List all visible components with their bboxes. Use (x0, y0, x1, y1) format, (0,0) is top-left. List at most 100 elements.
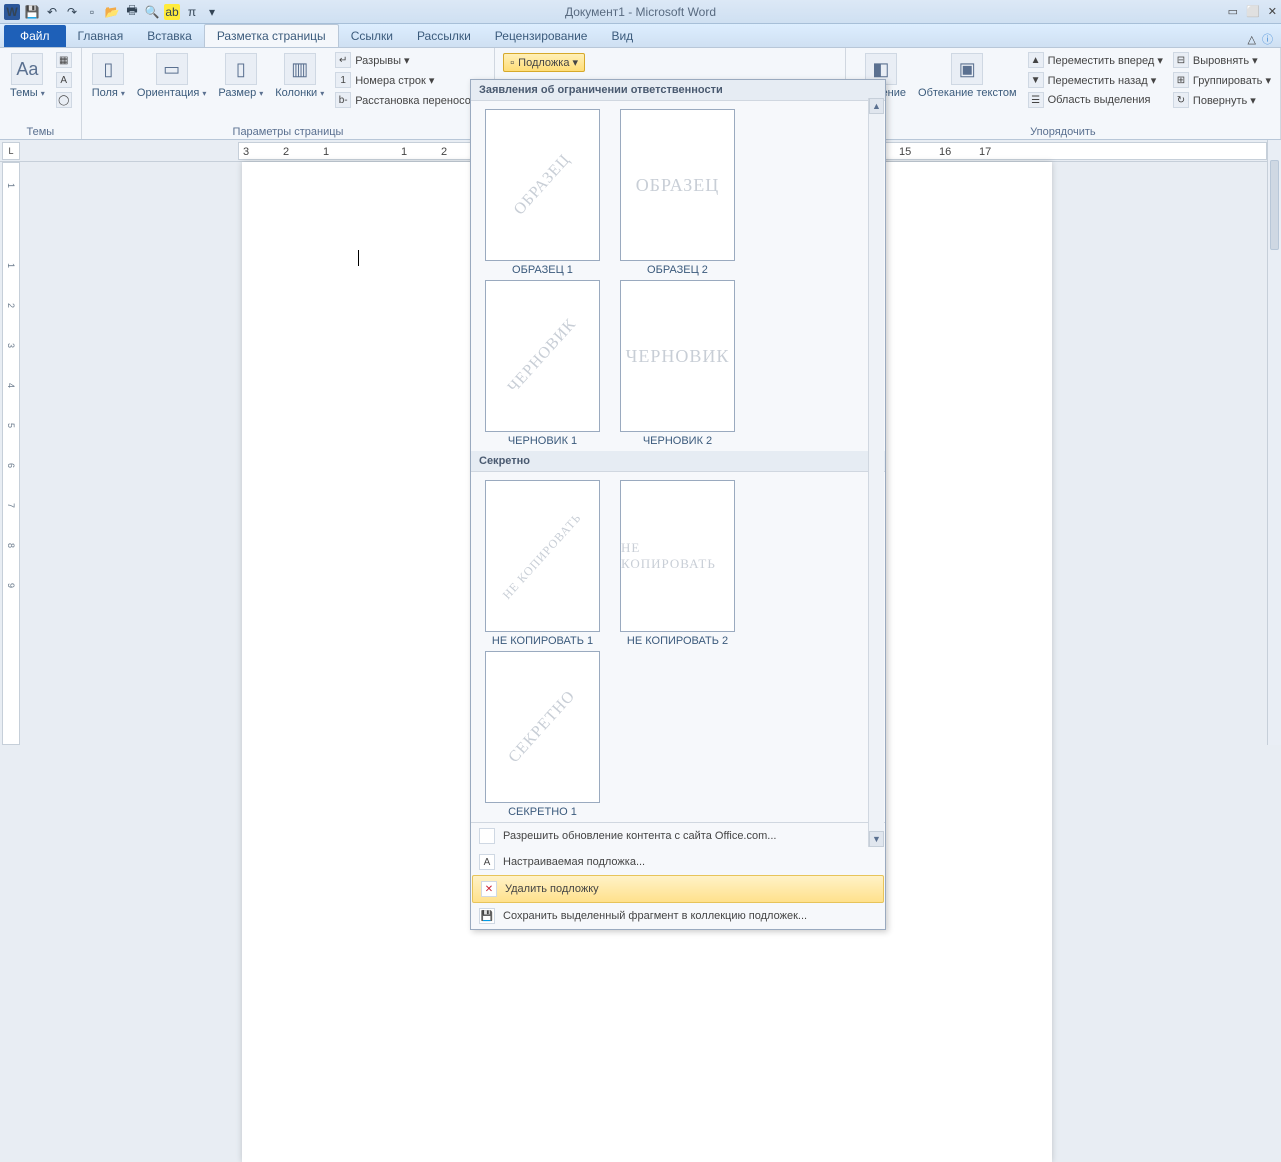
watermark-gallery: Заявления об ограничении ответственности… (470, 79, 886, 930)
rotate-icon: ↻ (1173, 92, 1189, 108)
gallery-footer: Разрешить обновление контента с сайта Of… (471, 822, 885, 929)
wrap-text-button[interactable]: ▣Обтекание текстом (914, 51, 1021, 101)
watermark-draft-2[interactable]: ЧЕРНОВИКЧЕРНОВИК 2 (610, 278, 745, 449)
preview-icon[interactable]: 🔍 (144, 4, 160, 20)
bring-forward-icon: ▲ (1028, 52, 1044, 68)
help-icon[interactable]: ⓘ (1262, 31, 1273, 47)
tab-insert[interactable]: Вставка (135, 25, 204, 47)
margins-button[interactable]: ▯Поля (88, 51, 129, 102)
theme-colors-button[interactable]: ▦ (53, 51, 75, 69)
print-icon[interactable]: 🖶 (124, 4, 140, 20)
margins-icon: ▯ (92, 53, 124, 85)
theme-effects-button[interactable]: ◯ (53, 91, 75, 109)
watermark-button[interactable]: ▫ Подложка ▾ (503, 53, 585, 72)
watermark-draft-1[interactable]: ЧЕРНОВИКЧЕРНОВИК 1 (475, 278, 610, 449)
watermark-sample-1[interactable]: ОБРАЗЕЦОБРАЗЕЦ 1 (475, 107, 610, 278)
size-button[interactable]: ▯Размер (214, 51, 267, 102)
gallery-save-selection: 💾Сохранить выделенный фрагмент в коллекц… (471, 903, 885, 929)
gallery-grid-2: НЕ КОПИРОВАТЬНЕ КОПИРОВАТЬ 1 НЕ КОПИРОВА… (471, 472, 885, 822)
send-backward-button[interactable]: ▼Переместить назад ▾ (1025, 71, 1166, 89)
send-backward-icon: ▼ (1028, 72, 1044, 88)
gallery-custom-watermark[interactable]: AНастраиваемая подложка... (471, 849, 885, 875)
remove-watermark-icon: ✕ (481, 881, 497, 897)
watermark-secret-1[interactable]: СЕКРЕТНОСЕКРЕТНО 1 (475, 649, 610, 820)
gallery-grid-1: ОБРАЗЕЦОБРАЗЕЦ 1 ОБРАЗЕЦОБРАЗЕЦ 2 ЧЕРНОВ… (471, 101, 885, 451)
size-icon: ▯ (225, 53, 257, 85)
selection-pane-button[interactable]: ☰Область выделения (1025, 91, 1166, 109)
line-numbers-button[interactable]: 1Номера строк ▾ (332, 71, 488, 89)
hyphenation-icon: b- (335, 92, 351, 108)
gallery-scroll-up-icon[interactable]: ▲ (869, 98, 884, 114)
tab-mailings[interactable]: Рассылки (405, 25, 483, 47)
hyphenation-button[interactable]: b-Расстановка переносов ▾ (332, 91, 488, 109)
tab-file[interactable]: Файл (4, 25, 66, 47)
vertical-scrollbar[interactable] (1267, 140, 1281, 745)
ruler-corner[interactable]: L (2, 142, 20, 160)
window-controls: ▭ ⬜ ✕ (1228, 5, 1277, 18)
wrap-icon: ▣ (951, 53, 983, 85)
group-button[interactable]: ⊞Группировать ▾ (1170, 71, 1274, 89)
columns-button[interactable]: ▥Колонки (271, 51, 328, 102)
breaks-button[interactable]: ↵Разрывы ▾ (332, 51, 488, 69)
bring-forward-button[interactable]: ▲Переместить вперед ▾ (1025, 51, 1166, 69)
rotate-button[interactable]: ↻Повернуть ▾ (1170, 91, 1274, 109)
qat-more-icon[interactable]: ▾ (204, 4, 220, 20)
save-icon[interactable]: 💾 (24, 4, 40, 20)
line-numbers-icon: 1 (335, 72, 351, 88)
blank-icon (479, 828, 495, 844)
group-page-setup: ▯Поля ▭Ориентация ▯Размер ▥Колонки ↵Разр… (82, 48, 496, 139)
gallery-scroll-down-icon[interactable]: ▼ (869, 831, 884, 847)
theme-fonts-button[interactable]: A (53, 71, 75, 89)
gallery-section-confidential: Секретно (471, 451, 885, 472)
themes-icon: Aa (11, 53, 43, 85)
tab-home[interactable]: Главная (66, 25, 136, 47)
watermark-nocopy-2[interactable]: НЕ КОПИРОВАТЬНЕ КОПИРОВАТЬ 2 (610, 478, 745, 649)
selection-pane-icon: ☰ (1028, 92, 1044, 108)
text-cursor (358, 250, 359, 266)
custom-watermark-icon: A (479, 854, 495, 870)
gallery-office-update[interactable]: Разрешить обновление контента с сайта Of… (471, 823, 885, 849)
close-icon[interactable]: ✕ (1268, 5, 1277, 18)
tab-review[interactable]: Рецензирование (483, 25, 600, 47)
columns-icon: ▥ (284, 53, 316, 85)
equation-icon[interactable]: π (184, 4, 200, 20)
gallery-section-disclaimers: Заявления об ограничении ответственности (471, 80, 885, 101)
ribbon-tabs: Файл Главная Вставка Разметка страницы С… (0, 24, 1281, 48)
window-title: Документ1 - Microsoft Word (565, 5, 716, 19)
tab-view[interactable]: Вид (599, 25, 645, 47)
tab-references[interactable]: Ссылки (339, 25, 405, 47)
fonts-icon: A (56, 72, 72, 88)
align-icon: ⊟ (1173, 52, 1189, 68)
watermark-nocopy-1[interactable]: НЕ КОПИРОВАТЬНЕ КОПИРОВАТЬ 1 (475, 478, 610, 649)
redo-icon[interactable]: ↷ (64, 4, 80, 20)
group-themes: Aa Темы ▦ A ◯ Темы (0, 48, 82, 139)
group-icon: ⊞ (1173, 72, 1189, 88)
colors-icon: ▦ (56, 52, 72, 68)
undo-icon[interactable]: ↶ (44, 4, 60, 20)
vertical-ruler[interactable]: 112 345 678 9 (2, 162, 20, 745)
highlight-icon[interactable]: ab (164, 4, 180, 20)
gallery-remove-watermark[interactable]: ✕Удалить подложку (472, 875, 884, 903)
breaks-icon: ↵ (335, 52, 351, 68)
maximize-icon[interactable]: ⬜ (1246, 5, 1260, 18)
minimize-ribbon-icon[interactable]: △ (1248, 33, 1256, 46)
new-icon[interactable]: ▫ (84, 4, 100, 20)
minimize-icon[interactable]: ▭ (1228, 5, 1238, 18)
orientation-button[interactable]: ▭Ориентация (133, 51, 210, 102)
open-icon[interactable]: 📂 (104, 4, 120, 20)
quick-access-toolbar: W 💾 ↶ ↷ ▫ 📂 🖶 🔍 ab π ▾ (4, 4, 220, 20)
gallery-scrollbar[interactable]: ▲ ▼ (868, 98, 884, 847)
watermark-icon: ▫ (510, 57, 514, 69)
help-controls: △ ⓘ (1248, 31, 1273, 47)
orientation-icon: ▭ (156, 53, 188, 85)
scrollbar-thumb[interactable] (1270, 160, 1279, 250)
title-bar: W 💾 ↶ ↷ ▫ 📂 🖶 🔍 ab π ▾ Документ1 - Micro… (0, 0, 1281, 24)
tab-page-layout[interactable]: Разметка страницы (204, 24, 339, 47)
app-icon[interactable]: W (4, 4, 20, 20)
align-button[interactable]: ⊟Выровнять ▾ (1170, 51, 1274, 69)
group-arrange-left: ◧оложение ▣Обтекание текстом ▲Переместит… (845, 48, 1281, 139)
effects-icon: ◯ (56, 92, 72, 108)
save-selection-icon: 💾 (479, 908, 495, 924)
watermark-sample-2[interactable]: ОБРАЗЕЦОБРАЗЕЦ 2 (610, 107, 745, 278)
themes-button[interactable]: Aa Темы (6, 51, 49, 102)
